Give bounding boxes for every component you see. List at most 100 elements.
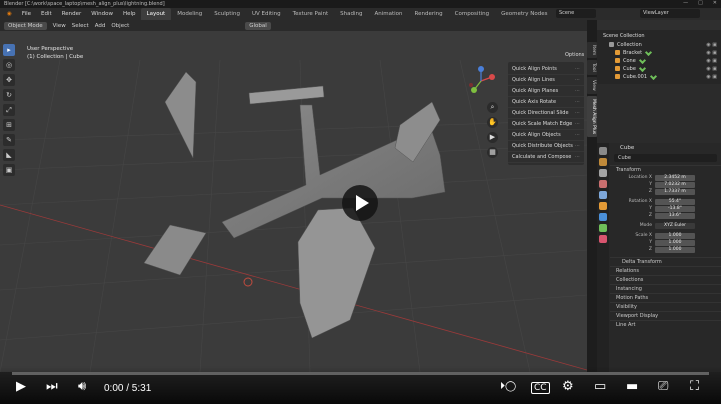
navigation-gizmo[interactable] bbox=[466, 66, 496, 96]
sidebar-tab-item[interactable]: Item bbox=[587, 42, 597, 59]
object-tab-icon[interactable] bbox=[599, 202, 607, 210]
view-layer-selector[interactable]: ViewLayer bbox=[640, 9, 700, 18]
scene-tab-icon[interactable] bbox=[599, 180, 607, 188]
workspace-tab-geometry-nodes[interactable]: Geometry Nodes bbox=[495, 8, 553, 20]
viewport-scene[interactable] bbox=[0, 20, 587, 372]
section-viewport-display[interactable]: Viewport Display bbox=[610, 311, 721, 320]
addon-item-quick-align-lines[interactable]: Quick Align Lines ⋯ bbox=[508, 75, 584, 86]
workspace-tab-shading[interactable]: Shading bbox=[334, 8, 368, 20]
workspace-tab-layout[interactable]: Layout bbox=[140, 8, 172, 20]
minimize-button[interactable]: — bbox=[683, 0, 688, 6]
mesh-data-tab-icon[interactable] bbox=[599, 224, 607, 232]
viewport-menu-object[interactable]: Object bbox=[111, 23, 129, 29]
world-tab-icon[interactable] bbox=[599, 191, 607, 199]
workspace-tab-uv-editing[interactable]: UV Editing bbox=[246, 8, 287, 20]
addon-item-quick-align-objects[interactable]: Quick Align Objects ⋯ bbox=[508, 130, 584, 141]
workspace-tab-compositing[interactable]: Compositing bbox=[449, 8, 495, 20]
tool-tab-icon[interactable] bbox=[599, 147, 607, 155]
annotate-tool-icon[interactable]: ✎ bbox=[3, 134, 15, 146]
options-dropdown[interactable]: Options bbox=[565, 52, 584, 58]
maximize-button[interactable]: □ bbox=[698, 0, 703, 6]
addon-item-quick-distribute-objects[interactable]: Quick Distribute Objects ⋯ bbox=[508, 141, 584, 152]
location-z-field[interactable]: 1.7337 m bbox=[655, 188, 695, 195]
transform-tool-icon[interactable]: ⊞ bbox=[3, 119, 15, 131]
outliner-row-cube[interactable]: Cube ◉ ▣ bbox=[597, 64, 721, 73]
cube-object[interactable] bbox=[297, 207, 376, 339]
viewport-menu-view[interactable]: View bbox=[53, 23, 66, 29]
cast-icon[interactable]: ⎚ bbox=[658, 379, 668, 394]
section-relations[interactable]: Relations bbox=[610, 266, 721, 275]
location-y-field[interactable]: 7.0232 m bbox=[655, 181, 695, 188]
section-motion-paths[interactable]: Motion Paths bbox=[610, 293, 721, 302]
workspace-tab-texture-paint[interactable]: Texture Paint bbox=[287, 8, 335, 20]
section-delta-transform[interactable]: Delta Transform bbox=[610, 257, 721, 266]
miniplayer-icon[interactable]: ▭ bbox=[594, 379, 606, 394]
section-transform[interactable]: Transform bbox=[610, 165, 721, 174]
visibility-eye-icon[interactable]: ◉ ▣ bbox=[706, 57, 717, 65]
cube-001-object[interactable] bbox=[143, 224, 207, 276]
select-tool-icon[interactable]: ▸ bbox=[3, 44, 15, 56]
autoplay-toggle[interactable]: ⏵◯ bbox=[500, 381, 516, 392]
outliner-row-cube-001[interactable]: Cube.001 ◉ ▣ bbox=[597, 72, 721, 81]
material-tab-icon[interactable] bbox=[599, 235, 607, 243]
outliner-row-bracket[interactable]: Bracket ◉ ▣ bbox=[597, 48, 721, 57]
addon-item-quick-align-points[interactable]: Quick Align Points ⋯ bbox=[508, 64, 584, 75]
cone-object[interactable] bbox=[164, 71, 197, 159]
section-collections[interactable]: Collections bbox=[610, 275, 721, 284]
sidebar-tab-tool[interactable]: Tool bbox=[587, 60, 597, 75]
3d-viewport[interactable]: Object Mode View Select Add Object Globa… bbox=[0, 20, 587, 372]
grid-perspective-icon[interactable]: ▦ bbox=[487, 147, 498, 158]
bracket-object[interactable] bbox=[248, 85, 325, 105]
center-play-button[interactable] bbox=[342, 185, 378, 221]
object-name-field[interactable]: Cube bbox=[614, 154, 717, 162]
addon-item-quick-scale-match-edge[interactable]: Quick Scale Match Edge ⋯ bbox=[508, 119, 584, 130]
workspace-tab-sculpting[interactable]: Sculpting bbox=[208, 8, 246, 20]
location-x-field[interactable]: 2.3452 m bbox=[655, 174, 695, 181]
menu-render[interactable]: Render bbox=[57, 8, 87, 20]
visibility-eye-icon[interactable]: ◉ ▣ bbox=[706, 65, 717, 73]
camera-view-icon[interactable]: ▶ bbox=[487, 132, 498, 143]
workspace-tab-rendering[interactable]: Rendering bbox=[409, 8, 449, 20]
scale-tool-icon[interactable]: ⤢ bbox=[3, 104, 15, 116]
menu-help[interactable]: Help bbox=[118, 8, 141, 20]
sidebar-tab-mesh-align-plus[interactable]: Mesh Align Plus bbox=[587, 95, 597, 137]
scene-selector[interactable]: Scene bbox=[556, 9, 596, 18]
workspace-tab-modeling[interactable]: Modeling bbox=[171, 8, 208, 20]
rotation-mode-select[interactable]: XYZ Euler bbox=[655, 222, 695, 229]
blender-logo-icon[interactable]: ◉ bbox=[2, 8, 17, 20]
menu-file[interactable]: File bbox=[17, 8, 36, 20]
volume-icon[interactable]: 🔊︎ bbox=[78, 379, 86, 394]
viewport-menu-select[interactable]: Select bbox=[72, 23, 89, 29]
add-cube-tool-icon[interactable]: ▣ bbox=[3, 164, 15, 176]
sidebar-tab-view[interactable]: View bbox=[587, 77, 597, 94]
move-tool-icon[interactable]: ✥ bbox=[3, 74, 15, 86]
viewport-menu-add[interactable]: Add bbox=[95, 23, 106, 29]
close-button[interactable]: ✕ bbox=[713, 0, 717, 6]
addon-item-calculate-and-compose[interactable]: Calculate and Compose ⋯ bbox=[508, 152, 584, 163]
addon-item-quick-directional-slide[interactable]: Quick Directional Slide ⋯ bbox=[508, 108, 584, 119]
transform-orientation-select[interactable]: Global bbox=[245, 21, 271, 30]
pan-hand-icon[interactable]: ✋ bbox=[487, 117, 498, 128]
menu-window[interactable]: Window bbox=[86, 8, 118, 20]
cursor-tool-icon[interactable]: ◎ bbox=[3, 59, 15, 71]
theater-mode-icon[interactable]: ▬ bbox=[626, 379, 638, 394]
settings-gear-icon[interactable]: ⚙ bbox=[562, 379, 574, 394]
scale-y-field[interactable]: 1.000 bbox=[655, 239, 695, 246]
rotation-y-field[interactable]: -13.8° bbox=[655, 205, 695, 212]
visibility-eye-icon[interactable]: ◉ ▣ bbox=[706, 49, 717, 57]
fullscreen-icon[interactable]: ⛶ bbox=[690, 379, 699, 394]
section-instancing[interactable]: Instancing bbox=[610, 284, 721, 293]
play-button[interactable]: ▶ bbox=[16, 379, 26, 394]
visibility-eye-icon[interactable]: ◉ ▣ bbox=[706, 41, 717, 49]
menu-edit[interactable]: Edit bbox=[36, 8, 57, 20]
object-mode-select[interactable]: Object Mode bbox=[4, 21, 47, 30]
render-tab-icon[interactable] bbox=[599, 158, 607, 166]
rotation-x-field[interactable]: 55.4° bbox=[655, 198, 695, 205]
video-progress-bar[interactable] bbox=[12, 372, 709, 375]
next-video-icon[interactable]: ⏭ bbox=[46, 379, 58, 394]
modifier-tab-icon[interactable] bbox=[599, 213, 607, 221]
addon-item-quick-axis-rotate[interactable]: Quick Axis Rotate ⋯ bbox=[508, 97, 584, 108]
3d-cursor-icon[interactable] bbox=[243, 277, 253, 287]
addon-item-quick-align-planes[interactable]: Quick Align Planes ⋯ bbox=[508, 86, 584, 97]
captions-button[interactable]: CC bbox=[531, 382, 550, 394]
